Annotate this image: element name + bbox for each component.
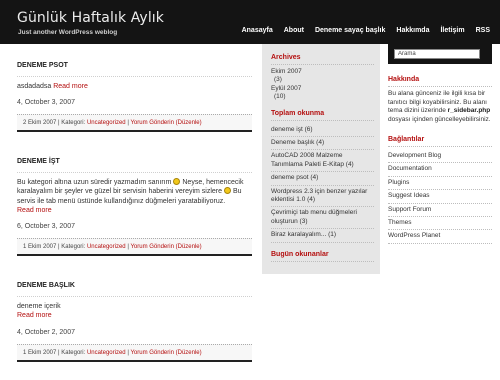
meta-category-label: Kategori: bbox=[61, 244, 86, 251]
archives-section: Archives Ekim 2007 (3) Eylül 2007 (10) bbox=[271, 54, 374, 102]
links-section: Bağlantılar Development Blog Documentati… bbox=[388, 136, 492, 244]
archive-count: (3) bbox=[274, 76, 282, 84]
links-heading: Bağlantılar bbox=[388, 136, 492, 147]
about-section: Hakkında Bu alana günceniz ile ilgili kı… bbox=[388, 76, 492, 124]
meta-category-link[interactable]: Uncategorized bbox=[87, 120, 126, 126]
smiley-icon bbox=[223, 187, 231, 195]
post-meta: 1 Ekim 2007 | Kategori: Uncategorized | … bbox=[17, 238, 252, 257]
popular-posts-heading: Toplam okunma bbox=[271, 110, 374, 121]
about-text-part: dosyası içinden güncelleyebilirsiniz. bbox=[388, 115, 491, 123]
meta-date: 1 Ekim 2007 bbox=[23, 244, 57, 251]
search-bar bbox=[388, 44, 492, 64]
popular-posts-section: Toplam okunma deneme işt (6) Deneme başl… bbox=[271, 110, 374, 243]
smiley-icon bbox=[173, 178, 181, 185]
post-date: 4, October 3, 2007 bbox=[17, 99, 75, 107]
meta-edit-link[interactable]: (Düzenle) bbox=[176, 244, 202, 250]
popular-post-item[interactable]: deneme psot (4) bbox=[271, 172, 374, 186]
post-text: asdadadsa bbox=[17, 83, 52, 90]
post-item: DENEME BAŞLIK deneme içerik Read more 4,… bbox=[17, 272, 252, 362]
meta-comment-link[interactable]: Yorum Gönderin bbox=[130, 120, 173, 126]
link-item[interactable]: Documentation bbox=[388, 163, 492, 177]
today-read-section: Bugün okunanlar bbox=[271, 251, 374, 262]
search-input[interactable] bbox=[394, 49, 480, 59]
nav-item-anasayfa[interactable]: Anasayfa bbox=[242, 27, 273, 34]
about-file-name: r_sidebar.php bbox=[447, 107, 491, 114]
post-item: DENEME İŞT Bu kategori altına uzun süred… bbox=[17, 148, 252, 257]
site-header: Günlük Haftalık Aylık Just another WordP… bbox=[0, 0, 500, 44]
archive-count: (10) bbox=[274, 93, 286, 101]
archive-item[interactable]: Ekim 2007 (3) bbox=[271, 68, 374, 85]
link-item[interactable]: Support Forum bbox=[388, 204, 492, 218]
archive-month[interactable]: Eylül 2007 bbox=[271, 85, 374, 93]
meta-date: 1 Ekim 2007 bbox=[23, 349, 57, 356]
post-item: DENEME PSOT asdadadsa Read more 4, Octob… bbox=[17, 52, 252, 133]
post-body: asdadadsa Read more bbox=[17, 77, 252, 91]
post-meta: 2 Ekim 2007 | Kategori: Uncategorized | … bbox=[17, 114, 252, 133]
meta-category-label: Kategori: bbox=[61, 120, 86, 127]
read-more-link[interactable]: Read more bbox=[53, 83, 88, 90]
popular-post-item[interactable]: Wordpress 2.3 için benzer yazılar eklent… bbox=[271, 186, 374, 208]
archive-month[interactable]: Ekim 2007 bbox=[271, 68, 374, 76]
nav-item-deneme-sayac-baslik[interactable]: Deneme sayaç başlık bbox=[315, 27, 385, 34]
meta-date: 2 Ekim 2007 bbox=[23, 120, 57, 127]
link-item[interactable]: Themes bbox=[388, 217, 492, 231]
popular-post-item[interactable]: deneme işt (6) bbox=[271, 124, 374, 138]
nav-item-hakkimda[interactable]: Hakkımda bbox=[396, 27, 429, 34]
archive-item[interactable]: Eylül 2007 (10) bbox=[271, 85, 374, 102]
nav-item-about[interactable]: About bbox=[284, 27, 304, 34]
post-text: Bu kategori altına uzun süredir yazmadım… bbox=[17, 179, 172, 186]
link-item[interactable]: WordPress Planet bbox=[388, 230, 492, 244]
nav-item-rss[interactable]: RSS bbox=[476, 27, 490, 34]
post-title[interactable]: DENEME İŞT bbox=[17, 148, 252, 173]
post-meta: 1 Ekim 2007 | Kategori: Uncategorized | … bbox=[17, 343, 252, 362]
right-sidebar: Hakkında Bu alana günceniz ile ilgili kı… bbox=[388, 44, 492, 244]
meta-category-label: Kategori: bbox=[61, 349, 86, 356]
post-body: Bu kategori altına uzun süredir yazmadım… bbox=[17, 173, 252, 215]
middle-sidebar: Archives Ekim 2007 (3) Eylül 2007 (10) T… bbox=[262, 44, 380, 274]
archives-heading: Archives bbox=[271, 54, 374, 65]
meta-comment-link[interactable]: Yorum Gönderin bbox=[130, 350, 173, 356]
link-item[interactable]: Development Blog bbox=[388, 150, 492, 164]
post-list: DENEME PSOT asdadadsa Read more 4, Octob… bbox=[17, 52, 252, 362]
meta-edit-link[interactable]: (Düzenle) bbox=[176, 350, 202, 356]
about-heading: Hakkında bbox=[388, 76, 492, 87]
link-item[interactable]: Plugins bbox=[388, 177, 492, 191]
popular-post-item[interactable]: Deneme başlık (4) bbox=[271, 137, 374, 151]
meta-category-link[interactable]: Uncategorized bbox=[87, 350, 126, 356]
read-more-link[interactable]: Read more bbox=[17, 207, 52, 214]
post-date: 4, October 2, 2007 bbox=[17, 328, 75, 336]
post-date: 6, October 3, 2007 bbox=[17, 223, 75, 231]
about-text: Bu alana günceniz ile ilgili kısa bir ta… bbox=[388, 90, 492, 124]
popular-post-item[interactable]: AutoCAD 2008 Malzeme Tanımlama Paleti E-… bbox=[271, 150, 374, 173]
site-description: Just another WordPress weblog bbox=[18, 29, 118, 36]
post-body: deneme içerik Read more bbox=[17, 297, 252, 321]
main-nav: Anasayfa About Deneme sayaç başlık Hakkı… bbox=[231, 27, 490, 34]
read-more-link[interactable]: Read more bbox=[17, 312, 52, 319]
link-item[interactable]: Suggest Ideas bbox=[388, 190, 492, 204]
nav-item-iletisim[interactable]: İletişim bbox=[440, 27, 464, 34]
today-read-heading: Bugün okunanlar bbox=[271, 251, 374, 262]
popular-post-item[interactable]: Çevrimiçi tab menu düğmeleri oluşturun (… bbox=[271, 207, 374, 230]
popular-post-item[interactable]: Biraz karalayalım... (1) bbox=[271, 229, 374, 243]
post-text: deneme içerik bbox=[17, 303, 61, 311]
post-title[interactable]: DENEME PSOT bbox=[17, 52, 252, 77]
meta-category-link[interactable]: Uncategorized bbox=[87, 244, 126, 250]
site-title[interactable]: Günlük Haftalık Aylık bbox=[17, 10, 164, 26]
meta-edit-link[interactable]: (Düzenle) bbox=[176, 120, 202, 126]
meta-comment-link[interactable]: Yorum Gönderin bbox=[130, 244, 173, 250]
post-title[interactable]: DENEME BAŞLIK bbox=[17, 272, 252, 298]
